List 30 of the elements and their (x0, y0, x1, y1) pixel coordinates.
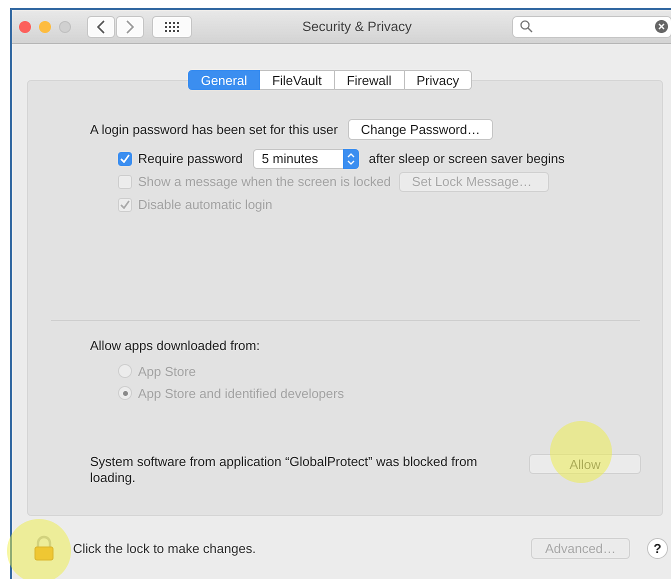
search-icon (520, 20, 533, 33)
back-button[interactable] (87, 16, 115, 38)
checkbox-label: Require password (138, 151, 243, 166)
show-all-button[interactable] (152, 16, 192, 38)
change-password-button[interactable]: Change Password… (348, 118, 494, 140)
chevron-right-icon (126, 20, 134, 34)
radio-label: App Store (138, 364, 196, 378)
chevron-left-icon (97, 20, 105, 34)
lock-hint-text: Click the lock to make changes. (73, 540, 257, 556)
grid-icon (165, 22, 179, 32)
highlight-marker (7, 519, 71, 579)
blocked-message: System software from application “GlobalProtect” was blocked from loading. (90, 454, 478, 486)
clear-icon (655, 20, 668, 33)
close-button[interactable] (19, 20, 31, 32)
checkbox-label: Show a message when the screen is locked (138, 174, 391, 189)
radio-label: App Store and identified developers (138, 386, 344, 400)
section-heading: Allow apps downloaded from: (90, 338, 261, 353)
checkbox-label: Disable automatic login (138, 197, 272, 212)
tab[interactable]: Firewall (334, 70, 405, 90)
search-field[interactable] (512, 16, 671, 38)
login-status-text: A login password has been set for this user (90, 122, 338, 136)
duration-dropdown[interactable]: 5 minutes (252, 148, 359, 168)
tab[interactable]: FileVault (260, 70, 335, 90)
help-button[interactable]: ? (647, 538, 668, 558)
checkbox[interactable] (118, 152, 132, 166)
lock-icon (33, 535, 55, 561)
setting-text: after sleep or screen saver begins (368, 151, 565, 166)
tab[interactable]: Privacy (404, 70, 472, 90)
window-title: Security & Privacy (301, 19, 413, 34)
up-down-chevron-icon (346, 152, 355, 164)
